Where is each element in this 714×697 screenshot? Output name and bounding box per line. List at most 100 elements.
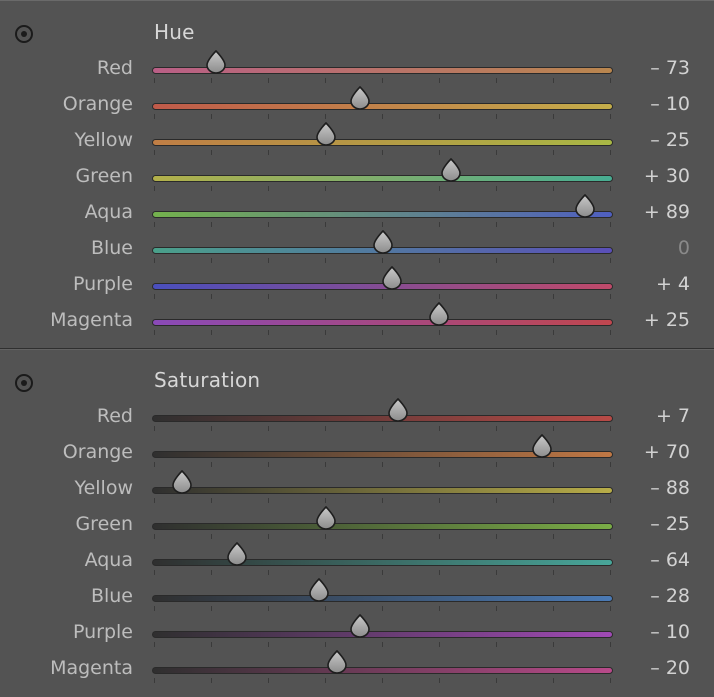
slider-tick	[325, 606, 326, 611]
slider-tick	[382, 498, 383, 503]
slider-tick	[496, 330, 497, 335]
slider-value[interactable]: – 20	[650, 657, 690, 679]
slider-tick	[211, 222, 212, 227]
slider-tick	[610, 534, 611, 539]
slider-tick	[325, 150, 326, 155]
slider-tick	[553, 534, 554, 539]
slider-value[interactable]: – 88	[650, 477, 690, 499]
slider-track[interactable]	[152, 523, 613, 530]
slider-label: Yellow	[74, 477, 134, 499]
slider-track[interactable]	[152, 103, 613, 110]
slider-tick	[439, 570, 440, 575]
slider-value[interactable]: + 70	[644, 441, 690, 463]
slider-tick	[211, 606, 212, 611]
slider-label: Aqua	[84, 201, 133, 223]
slider-track[interactable]	[152, 631, 613, 638]
slider-tick	[211, 78, 212, 83]
slider-track[interactable]	[152, 139, 613, 146]
slider-tick	[382, 78, 383, 83]
slider-tick	[610, 222, 611, 227]
slider-tick	[553, 222, 554, 227]
slider-track[interactable]	[152, 319, 613, 326]
slider-track[interactable]	[152, 487, 613, 494]
slider-tick	[439, 426, 440, 431]
slider-thumb[interactable]	[226, 542, 248, 566]
slider-label: Red	[96, 57, 133, 79]
slider-tick	[154, 642, 155, 647]
slider-row-blue: Blue 0	[0, 230, 714, 268]
slider-tick	[553, 678, 554, 683]
slider-tick	[268, 294, 269, 299]
slider-thumb[interactable]	[315, 122, 337, 146]
slider-label: Purple	[72, 621, 133, 643]
slider-tick	[439, 642, 440, 647]
slider-track[interactable]	[152, 595, 613, 602]
slider-tick	[496, 570, 497, 575]
slider-tick	[211, 150, 212, 155]
slider-value[interactable]: – 25	[650, 513, 690, 535]
slider-value[interactable]: + 30	[644, 165, 690, 187]
slider-tick	[610, 150, 611, 155]
slider-row-green: Green + 30	[0, 158, 714, 196]
slider-tick	[439, 606, 440, 611]
slider-thumb[interactable]	[171, 470, 193, 494]
slider-track[interactable]	[152, 175, 613, 182]
slider-value[interactable]: + 7	[656, 405, 690, 427]
slider-tick	[439, 258, 440, 263]
slider-tick	[610, 426, 611, 431]
slider-track[interactable]	[152, 667, 613, 674]
slider-tick	[496, 606, 497, 611]
slider-thumb[interactable]	[315, 506, 337, 530]
slider-track[interactable]	[152, 559, 613, 566]
slider-tick	[325, 114, 326, 119]
slider-value[interactable]: – 64	[650, 549, 690, 571]
slider-tick	[325, 534, 326, 539]
slider-value[interactable]: – 73	[650, 57, 690, 79]
slider-tick	[268, 150, 269, 155]
slider-row-blue: Blue – 28	[0, 578, 714, 616]
slider-tick	[268, 114, 269, 119]
slider-row-orange: Orange + 70	[0, 434, 714, 472]
slider-thumb[interactable]	[349, 86, 371, 110]
slider-value[interactable]: – 10	[650, 93, 690, 115]
slider-thumb[interactable]	[381, 266, 403, 290]
slider-thumb[interactable]	[574, 194, 596, 218]
slider-tick	[382, 462, 383, 467]
slider-value[interactable]: + 89	[644, 201, 690, 223]
slider-tick	[553, 498, 554, 503]
slider-tick	[325, 678, 326, 683]
slider-label: Magenta	[50, 657, 133, 679]
slider-thumb[interactable]	[387, 398, 409, 422]
slider-row-magenta: Magenta + 25	[0, 302, 714, 340]
slider-row-green: Green – 25	[0, 506, 714, 544]
slider-tick	[553, 294, 554, 299]
slider-tick	[154, 678, 155, 683]
target-adjustment-icon[interactable]	[15, 374, 33, 392]
slider-value[interactable]: 0	[678, 237, 690, 259]
slider-thumb[interactable]	[372, 230, 394, 254]
slider-thumb[interactable]	[440, 158, 462, 182]
section-title-hue: Hue	[154, 20, 195, 44]
slider-track[interactable]	[152, 211, 613, 218]
slider-tick	[211, 186, 212, 191]
slider-thumb[interactable]	[531, 434, 553, 458]
slider-thumb[interactable]	[308, 578, 330, 602]
slider-thumb[interactable]	[326, 650, 348, 674]
slider-thumb[interactable]	[349, 614, 371, 638]
slider-tick	[439, 114, 440, 119]
slider-value[interactable]: – 25	[650, 129, 690, 151]
slider-value[interactable]: – 28	[650, 585, 690, 607]
slider-value[interactable]: + 25	[644, 309, 690, 331]
slider-value[interactable]: – 10	[650, 621, 690, 643]
slider-label: Green	[75, 513, 133, 535]
slider-tick	[439, 150, 440, 155]
slider-tick	[553, 186, 554, 191]
slider-thumb[interactable]	[205, 50, 227, 74]
slider-thumb[interactable]	[428, 302, 450, 326]
target-adjustment-icon[interactable]	[15, 25, 33, 43]
slider-tick	[325, 462, 326, 467]
slider-label: Blue	[90, 237, 133, 259]
slider-value[interactable]: + 4	[656, 273, 690, 295]
slider-track[interactable]	[152, 415, 613, 422]
slider-tick	[154, 498, 155, 503]
